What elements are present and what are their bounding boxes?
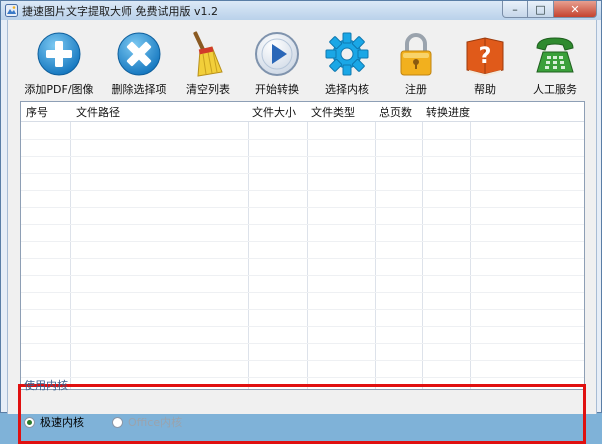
table-row-separator — [21, 360, 584, 361]
add-pdf-image-label: 添加PDF/图像 — [24, 83, 94, 96]
table-row-separator — [21, 275, 584, 276]
play-icon — [255, 32, 299, 76]
table-row-separator — [21, 139, 584, 140]
table-row-separator — [21, 173, 584, 174]
column-header-path[interactable]: 文件路径 — [76, 104, 120, 120]
window-title: 捷速图片文字提取大师 免费试用版 v1.2 — [22, 5, 218, 18]
table-row-separator — [21, 224, 584, 225]
gear-icon — [325, 32, 369, 76]
broom-icon — [193, 31, 223, 77]
engine-options: 极速内核 Office内核 — [24, 414, 210, 430]
app-logo-icon — [5, 4, 18, 17]
svg-text:?: ? — [479, 44, 492, 69]
minimize-button[interactable]: – — [502, 1, 528, 18]
column-header-type[interactable]: 文件类型 — [311, 104, 355, 120]
fast-engine-label[interactable]: 极速内核 — [40, 414, 84, 430]
main-panel: 添加PDF/图像 删除选择项 清空列表 开始转换 选择内核 注册 ? 帮助 人工… — [7, 20, 597, 444]
column-header-pages[interactable]: 总页数 — [379, 104, 412, 120]
table-row-separator — [21, 292, 584, 293]
close-button[interactable]: ✕ — [554, 1, 597, 18]
engine-section-label: 使用内核 — [24, 379, 68, 392]
table-row-separator — [21, 156, 584, 157]
toolbar: 添加PDF/图像 删除选择项 清空列表 开始转换 选择内核 注册 ? 帮助 人工… — [8, 20, 596, 96]
fast-engine-radio[interactable] — [24, 416, 35, 428]
office-engine-label[interactable]: Office内核 — [128, 414, 182, 430]
office-engine-radio[interactable] — [112, 416, 123, 428]
title-bar[interactable]: 捷速图片文字提取大师 免费试用版 v1.2 – □ ✕ — [1, 1, 601, 20]
help-book-icon: ? — [466, 37, 504, 76]
app-window: 捷速图片文字提取大师 免费试用版 v1.2 – □ ✕ 添加PDF/图像 删除选… — [0, 0, 602, 444]
lock-icon — [400, 33, 432, 76]
table-header: 序号 文件路径 文件大小 文件类型 总页数 转换进度 — [21, 102, 584, 122]
table-row-separator — [21, 343, 584, 344]
table-row-separator — [21, 207, 584, 208]
human-service-button[interactable]: 人工服务 — [514, 30, 596, 96]
column-header-size[interactable]: 文件大小 — [252, 104, 296, 120]
table-row-separator — [21, 190, 584, 191]
table-row-separator — [21, 241, 584, 242]
table-row-separator — [21, 326, 584, 327]
delete-icon — [117, 32, 161, 76]
column-header-progress[interactable]: 转换进度 — [426, 104, 470, 120]
file-list-table[interactable]: 序号 文件路径 文件大小 文件类型 总页数 转换进度 — [20, 101, 585, 390]
table-row-separator — [21, 309, 584, 310]
add-pdf-image-button[interactable]: 添加PDF/图像 — [18, 30, 100, 96]
human-service-label: 人工服务 — [533, 83, 577, 96]
phone-icon — [536, 37, 574, 73]
table-row-separator — [21, 377, 584, 378]
add-icon — [37, 32, 81, 76]
column-header-index[interactable]: 序号 — [26, 104, 48, 120]
table-row-separator — [21, 258, 584, 259]
maximize-button[interactable]: □ — [528, 1, 554, 18]
